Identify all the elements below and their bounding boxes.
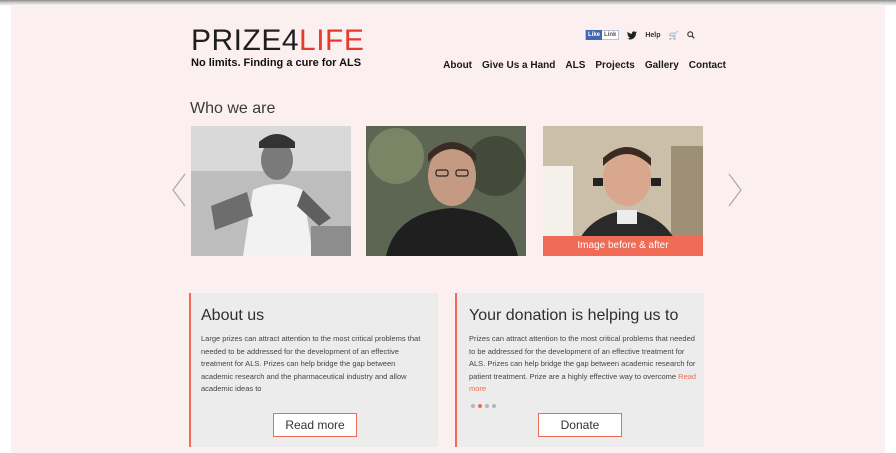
nav-give-us-a-hand[interactable]: Give Us a Hand (482, 60, 555, 71)
donation-body-text: Prizes can attract attention to the most… (469, 334, 696, 381)
carousel-dot-active[interactable] (478, 404, 482, 408)
tagline: No limits. Finding a cure for ALS (191, 57, 362, 69)
nav-projects[interactable]: Projects (595, 60, 634, 71)
donation-body: Prizes can attract attention to the most… (469, 333, 697, 396)
carousel-dot[interactable] (485, 404, 489, 408)
search-icon[interactable] (686, 31, 695, 39)
logo-text-life: LIFE (299, 24, 365, 57)
about-card: About us Large prizes can attract attent… (189, 293, 438, 447)
section-title-who-we-are: Who we are (190, 100, 276, 117)
donation-title: Your donation is helping us to (469, 307, 679, 324)
facebook-like-label: Like (586, 30, 603, 40)
chevron-left-icon[interactable] (170, 172, 188, 208)
carousel-dot[interactable] (471, 404, 475, 408)
site-logo[interactable]: PRIZE4LIFE (191, 26, 364, 56)
about-title: About us (201, 307, 265, 324)
team-photo-3[interactable]: Image before & after (543, 126, 703, 256)
team-photo-2[interactable] (366, 126, 526, 256)
logo-text-prize4: PRIZE4 (191, 24, 300, 57)
donate-button[interactable]: Donate (538, 413, 622, 437)
nav-about[interactable]: About (443, 60, 472, 71)
help-link[interactable]: Help (645, 32, 660, 39)
photo-caption[interactable]: Image before & after (543, 236, 703, 256)
donation-card: Your donation is helping us to Prizes ca… (455, 293, 704, 447)
twitter-icon[interactable] (627, 30, 638, 40)
read-more-button[interactable]: Read more (273, 413, 357, 437)
carousel-dot[interactable] (492, 404, 496, 408)
facebook-like-button[interactable]: Like Link (585, 30, 620, 40)
carousel-dots (471, 404, 496, 408)
chevron-right-icon[interactable] (726, 172, 744, 208)
about-body: Large prizes can attract attention to th… (201, 334, 421, 393)
nav-als[interactable]: ALS (565, 60, 585, 71)
nav-contact[interactable]: Contact (689, 60, 726, 71)
nav-gallery[interactable]: Gallery (645, 60, 679, 71)
utility-bar: Like Link Help 🛒 (585, 30, 695, 40)
facebook-like-count: Link (604, 32, 617, 38)
cart-icon[interactable]: 🛒 (669, 31, 679, 40)
team-photo-1[interactable] (191, 126, 351, 256)
main-nav: About Give Us a Hand ALS Projects Galler… (443, 60, 726, 71)
